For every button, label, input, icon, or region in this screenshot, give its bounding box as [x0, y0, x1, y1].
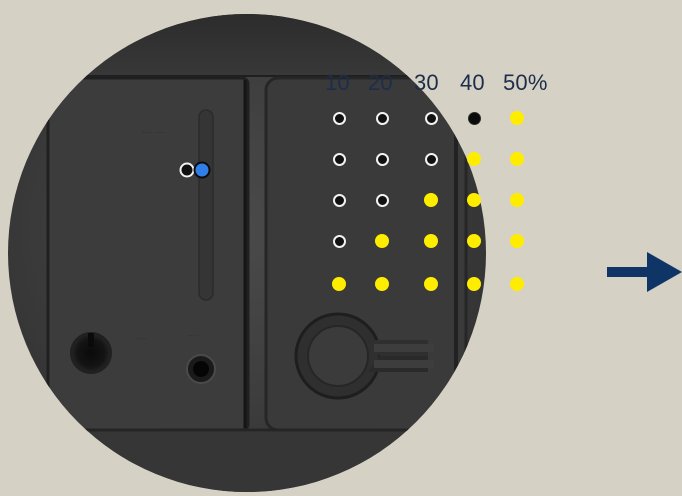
led-dot-r4-c1-off	[332, 234, 346, 248]
led-indicator-grid	[0, 0, 682, 496]
led-dot-r4-c5-on	[510, 234, 524, 248]
led-dot-r1-c4-off	[467, 111, 481, 125]
led-dot-r3-c1-off	[332, 193, 346, 207]
led-dot-r4-c4-on	[467, 234, 481, 248]
led-dot-r4-c3-on	[424, 234, 438, 248]
led-dot-r4-c2-on	[375, 234, 389, 248]
led-dot-r2-c1-off	[332, 152, 346, 166]
led-dot-r5-c3-on	[424, 277, 438, 291]
led-dot-r5-c4-on	[467, 277, 481, 291]
led-dot-r2-c4-on	[467, 152, 481, 166]
led-dot-r5-c5-on	[510, 277, 524, 291]
led-dot-r2-c5-on	[510, 152, 524, 166]
led-dot-r1-c2-off	[375, 111, 389, 125]
led-dot-r3-c2-off	[375, 193, 389, 207]
led-dot-r2-c2-off	[375, 152, 389, 166]
led-dot-r3-c3-on	[424, 193, 438, 207]
diagram-stage: ···· ···· ···· ···· 10 20 30 40 50%	[0, 0, 682, 496]
led-dot-r1-c1-off	[332, 111, 346, 125]
led-dot-r1-c5-on	[510, 111, 524, 125]
led-dot-r5-c2-on	[375, 277, 389, 291]
led-dot-r3-c5-on	[510, 193, 524, 207]
led-dot-r3-c4-on	[467, 193, 481, 207]
led-dot-r1-c3-off	[424, 111, 438, 125]
led-dot-r2-c3-off	[424, 152, 438, 166]
right-arrow-icon	[607, 252, 682, 292]
led-dot-r5-c1-on	[332, 277, 346, 291]
